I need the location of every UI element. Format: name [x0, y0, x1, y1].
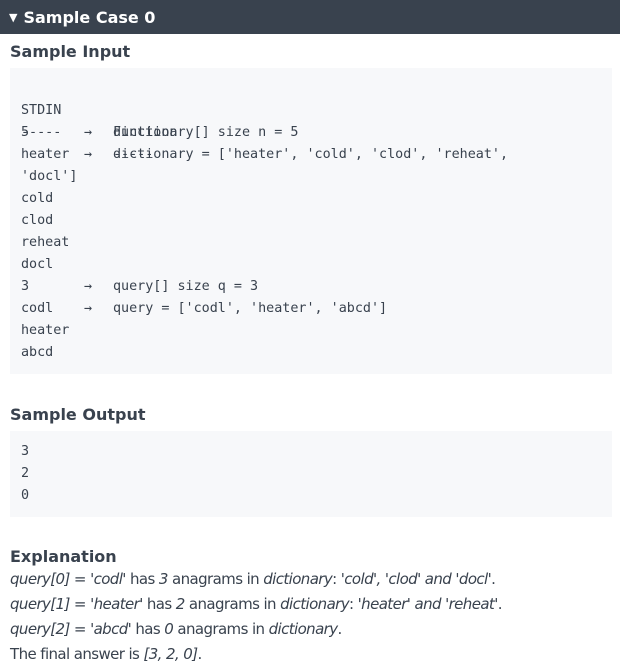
code-column-separator: ----- -----: [21, 100, 153, 162]
explanation-text: has: [142, 595, 176, 613]
explanation-text: =: [69, 595, 91, 613]
code-column-header: STDIN Function: [21, 78, 178, 140]
arrow-icon: →: [84, 125, 93, 140]
stdin-value: codl: [21, 301, 54, 316]
sample-case-header[interactable]: ▼ Sample Case 0: [0, 0, 620, 34]
explanation-line: The final answer is [3, 2, 0].: [10, 643, 202, 665]
explanation-emphasis: query[2]: [10, 620, 70, 638]
explanation-text: =: [69, 620, 91, 638]
explanation-text: :: [332, 570, 341, 588]
explanation-emphasis: 'codl': [90, 570, 126, 588]
explanation-text: =: [69, 570, 91, 588]
collapse-triangle-icon[interactable]: ▼: [9, 11, 17, 24]
explanation-emphasis: dictionary: [268, 620, 339, 638]
stdin-value: docl: [21, 257, 54, 272]
explanation-emphasis: 0: [164, 620, 174, 638]
explanation-emphasis: 3: [158, 570, 169, 588]
stdin-value: 5: [21, 125, 30, 140]
sample-case-title: Sample Case 0: [23, 7, 156, 27]
explanation-emphasis: 'abcd': [90, 620, 132, 638]
explanation-emphasis: [3, 2, 0]: [143, 645, 198, 663]
explanation-text: .: [337, 620, 343, 638]
stdin-value: heater: [21, 323, 70, 338]
explanation-line: query[1] = 'heater' has 2 anagrams in di…: [10, 593, 503, 615]
explanation-emphasis: dictionary: [280, 595, 350, 613]
explanation-title: Explanation: [10, 547, 117, 566]
explanation-emphasis: 'heater': [90, 595, 143, 613]
function-description: dictionary[] size n = 5: [113, 125, 299, 140]
output-line: 3: [21, 444, 30, 459]
arrow-icon: →: [84, 279, 93, 294]
explanation-emphasis: query[0]: [10, 570, 70, 588]
stdin-value: clod: [21, 213, 54, 228]
sample-input-title: Sample Input: [10, 42, 131, 61]
explanation-emphasis: 'docl': [455, 570, 492, 588]
explanation-text: anagrams in: [184, 595, 281, 613]
function-description: query = ['codl', 'heater', 'abcd']: [113, 301, 388, 316]
explanation-text: .: [197, 645, 202, 663]
stdin-value: abcd: [21, 345, 54, 360]
stdin-value: reheat: [21, 235, 70, 250]
sample-output-code-block: 3 2 0: [10, 431, 612, 517]
explanation-line: query[2] = 'abcd' has 0 anagrams in dict…: [10, 618, 342, 640]
explanation-emphasis: 'cold', 'clod': [340, 570, 421, 588]
explanation-text: .: [491, 570, 496, 588]
explanation-text: anagrams in: [167, 570, 264, 588]
stdin-value: 'docl']: [21, 169, 78, 184]
sample-output-title: Sample Output: [10, 405, 146, 424]
explanation-emphasis: dictionary: [263, 570, 333, 588]
explanation-emphasis: and: [420, 570, 456, 588]
explanation-text: has: [131, 620, 165, 638]
explanation-text: .: [497, 595, 503, 613]
explanation-emphasis: 2: [175, 595, 186, 613]
output-line: 0: [21, 488, 30, 503]
explanation-text: :: [349, 595, 358, 613]
arrow-icon: →: [84, 147, 93, 162]
explanation-emphasis: 'heater' and 'reheat': [357, 595, 499, 613]
explanation-text: has: [125, 570, 159, 588]
explanation-line: query[0] = 'codl' has 3 anagrams in dict…: [10, 568, 496, 590]
stdin-value: 3: [21, 279, 30, 294]
explanation-emphasis: query[1]: [10, 595, 70, 613]
explanation-text: The final answer is: [10, 645, 144, 663]
stdin-value: cold: [21, 191, 54, 206]
explanation-text: anagrams in: [173, 620, 269, 638]
function-description: dictionary = ['heater', 'cold', 'clod', …: [113, 147, 509, 162]
function-description: query[] size q = 3: [113, 279, 259, 294]
arrow-icon: →: [84, 301, 93, 316]
stdin-value: heater: [21, 147, 70, 162]
output-line: 2: [21, 466, 30, 481]
sample-input-code-block: STDIN Function ----- ----- 5 → dictionary[…: [10, 68, 612, 374]
